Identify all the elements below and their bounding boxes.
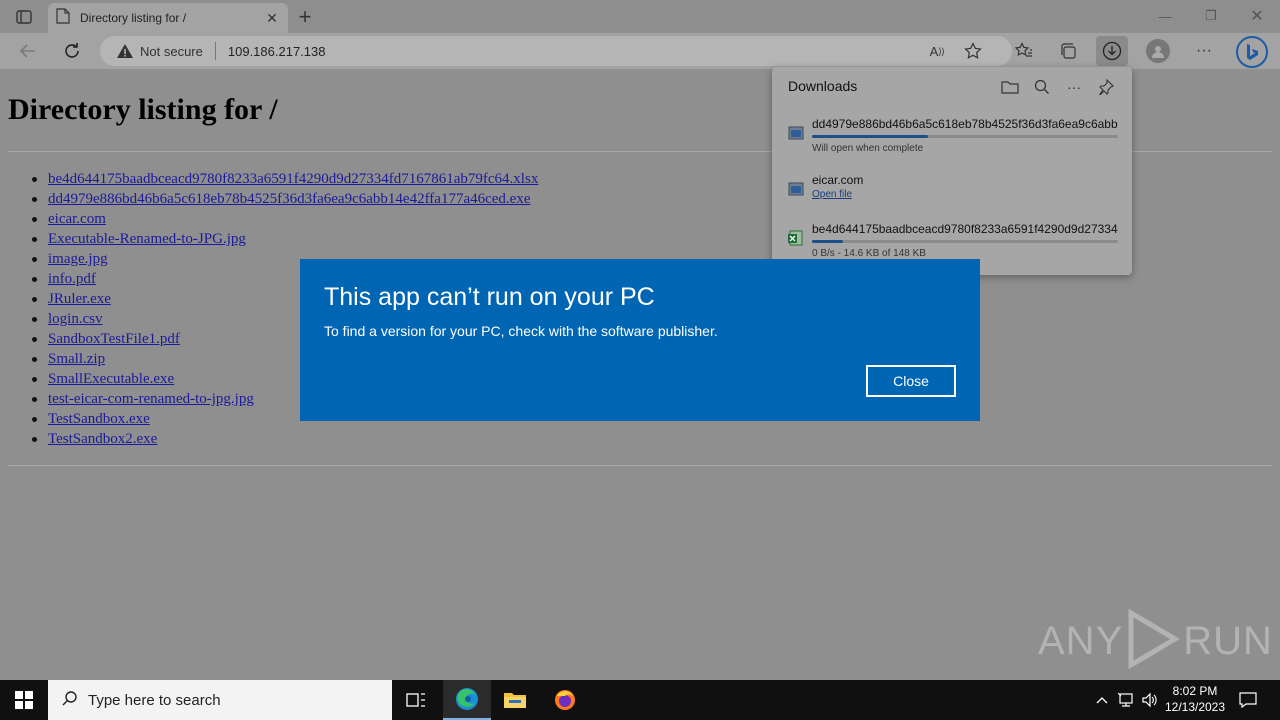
- warning-icon[interactable]: [116, 42, 134, 60]
- volume-icon[interactable]: [1140, 680, 1160, 720]
- download-status: 0 B/s - 14.6 KB of 148 KB: [812, 248, 926, 259]
- list-item: dd4979e886bd46b6a5c618eb78b4525f36d3fa6e…: [31, 189, 538, 209]
- download-item[interactable]: eicar.com Open file: [772, 171, 1132, 221]
- list-item: Executable-Renamed-to-JPG.jpg: [31, 229, 538, 249]
- notifications-icon[interactable]: [1236, 680, 1260, 720]
- page-icon: [56, 7, 70, 29]
- profile-avatar[interactable]: [1146, 39, 1170, 63]
- file-link[interactable]: test-eicar-com-renamed-to-jpg.jpg: [48, 391, 254, 407]
- task-view-icon[interactable]: [392, 680, 440, 720]
- file-link[interactable]: image.jpg: [48, 251, 108, 267]
- tab-title: Directory listing for /: [80, 11, 187, 25]
- taskbar-search-box[interactable]: Type here to search: [48, 680, 392, 720]
- restore-button[interactable]: ❐: [1196, 6, 1226, 26]
- minimize-button[interactable]: —: [1150, 6, 1180, 26]
- app-cannot-run-dialog: This app can’t run on your PC To find a …: [300, 259, 980, 421]
- close-window-button[interactable]: ✕: [1242, 6, 1272, 26]
- play-icon: [1125, 608, 1181, 674]
- file-explorer-icon[interactable]: [491, 680, 539, 720]
- file-link[interactable]: SmallExecutable.exe: [48, 371, 174, 387]
- open-folder-icon[interactable]: [1000, 77, 1020, 97]
- tab-strip: Directory listing for / ✕ + — ❐ ✕: [0, 0, 1280, 33]
- downloads-panel: Downloads ··· dd4979e886bd46b6a5c618eb78…: [772, 67, 1132, 275]
- more-options-icon[interactable]: ···: [1194, 41, 1214, 61]
- url-text[interactable]: 109.186.217.138: [228, 44, 326, 59]
- show-hidden-icons[interactable]: [1094, 680, 1110, 720]
- start-button[interactable]: [0, 680, 48, 720]
- security-label: Not secure: [140, 43, 203, 59]
- download-item[interactable]: dd4979e886bd46b6a5c618eb78b4525f36d3fa6e…: [772, 115, 1132, 165]
- download-progress: [812, 135, 1118, 138]
- excel-file-icon: [788, 230, 804, 246]
- dialog-message: To find a version for your PC, check wit…: [324, 323, 718, 339]
- divider: [8, 465, 1272, 466]
- add-favorite-icon[interactable]: [963, 41, 983, 61]
- file-link[interactable]: login.csv: [48, 311, 103, 327]
- list-item: TestSandbox2.exe: [31, 429, 538, 449]
- dialog-title: This app can’t run on your PC: [324, 283, 655, 311]
- download-status: Will open when complete: [812, 143, 924, 154]
- edge-taskbar-icon[interactable]: [443, 680, 491, 720]
- file-link[interactable]: Executable-Renamed-to-JPG.jpg: [48, 231, 246, 247]
- download-progress: [812, 240, 1118, 243]
- firefox-icon[interactable]: [541, 680, 589, 720]
- search-placeholder: Type here to search: [88, 691, 221, 709]
- download-filename: dd4979e886bd46b6a5c618eb78b4525f36d3fa6e…: [812, 117, 1118, 131]
- divider: [214, 42, 216, 60]
- list-item: be4d644175baadbceacd9780f8233a6591f4290d…: [31, 169, 538, 189]
- file-link[interactable]: TestSandbox2.exe: [48, 431, 157, 447]
- search-icon[interactable]: [1032, 77, 1052, 97]
- exe-file-icon: [788, 125, 804, 141]
- taskbar: Type here to search 8:02 PM 12/13/2023: [0, 680, 1280, 720]
- taskbar-clock[interactable]: 8:02 PM 12/13/2023: [1160, 683, 1230, 715]
- more-options-icon[interactable]: ···: [1064, 77, 1084, 97]
- clock-date: 12/13/2023: [1164, 700, 1226, 714]
- download-filename: eicar.com: [812, 173, 864, 187]
- watermark-text-left: ANY: [1038, 618, 1124, 663]
- anyrun-watermark: ANY RUN: [1038, 608, 1272, 674]
- file-link[interactable]: eicar.com: [48, 211, 106, 227]
- pin-icon[interactable]: [1096, 77, 1116, 97]
- back-button[interactable]: [18, 41, 38, 61]
- refresh-button[interactable]: [62, 41, 82, 61]
- bing-icon[interactable]: [1236, 36, 1268, 68]
- toolbar: Not secure 109.186.217.138 A)) ···: [0, 33, 1280, 69]
- search-icon: [62, 690, 78, 711]
- downloads-button[interactable]: [1096, 36, 1128, 66]
- new-tab-button[interactable]: +: [294, 4, 316, 29]
- file-link[interactable]: SandboxTestFile1.pdf: [48, 331, 180, 347]
- page-heading: Directory listing for /: [8, 93, 278, 126]
- exe-file-icon: [788, 181, 804, 197]
- download-filename: be4d644175baadbceacd9780f8233a6591f4290d…: [812, 222, 1118, 236]
- clock-time: 8:02 PM: [1172, 684, 1218, 698]
- close-tab-icon[interactable]: ✕: [264, 10, 280, 27]
- network-icon[interactable]: [1116, 680, 1136, 720]
- favorites-icon[interactable]: [1014, 41, 1034, 61]
- file-link[interactable]: be4d644175baadbceacd9780f8233a6591f4290d…: [48, 171, 538, 187]
- close-button[interactable]: Close: [866, 365, 956, 397]
- collections-icon[interactable]: [1058, 41, 1078, 61]
- file-link[interactable]: TestSandbox.exe: [48, 411, 150, 427]
- address-bar[interactable]: Not secure 109.186.217.138: [100, 36, 1012, 66]
- browser-tab[interactable]: Directory listing for / ✕: [48, 3, 288, 33]
- file-link[interactable]: info.pdf: [48, 271, 96, 287]
- file-link[interactable]: Small.zip: [48, 351, 105, 367]
- watermark-text-right: RUN: [1183, 618, 1273, 663]
- file-link[interactable]: JRuler.exe: [48, 291, 111, 307]
- tab-actions-icon[interactable]: [14, 8, 34, 26]
- list-item: eicar.com: [31, 209, 538, 229]
- file-link[interactable]: dd4979e886bd46b6a5c618eb78b4525f36d3fa6e…: [48, 191, 530, 207]
- open-file-link[interactable]: Open file: [812, 189, 852, 200]
- read-aloud-icon[interactable]: A)): [927, 41, 947, 61]
- downloads-title: Downloads: [788, 78, 858, 94]
